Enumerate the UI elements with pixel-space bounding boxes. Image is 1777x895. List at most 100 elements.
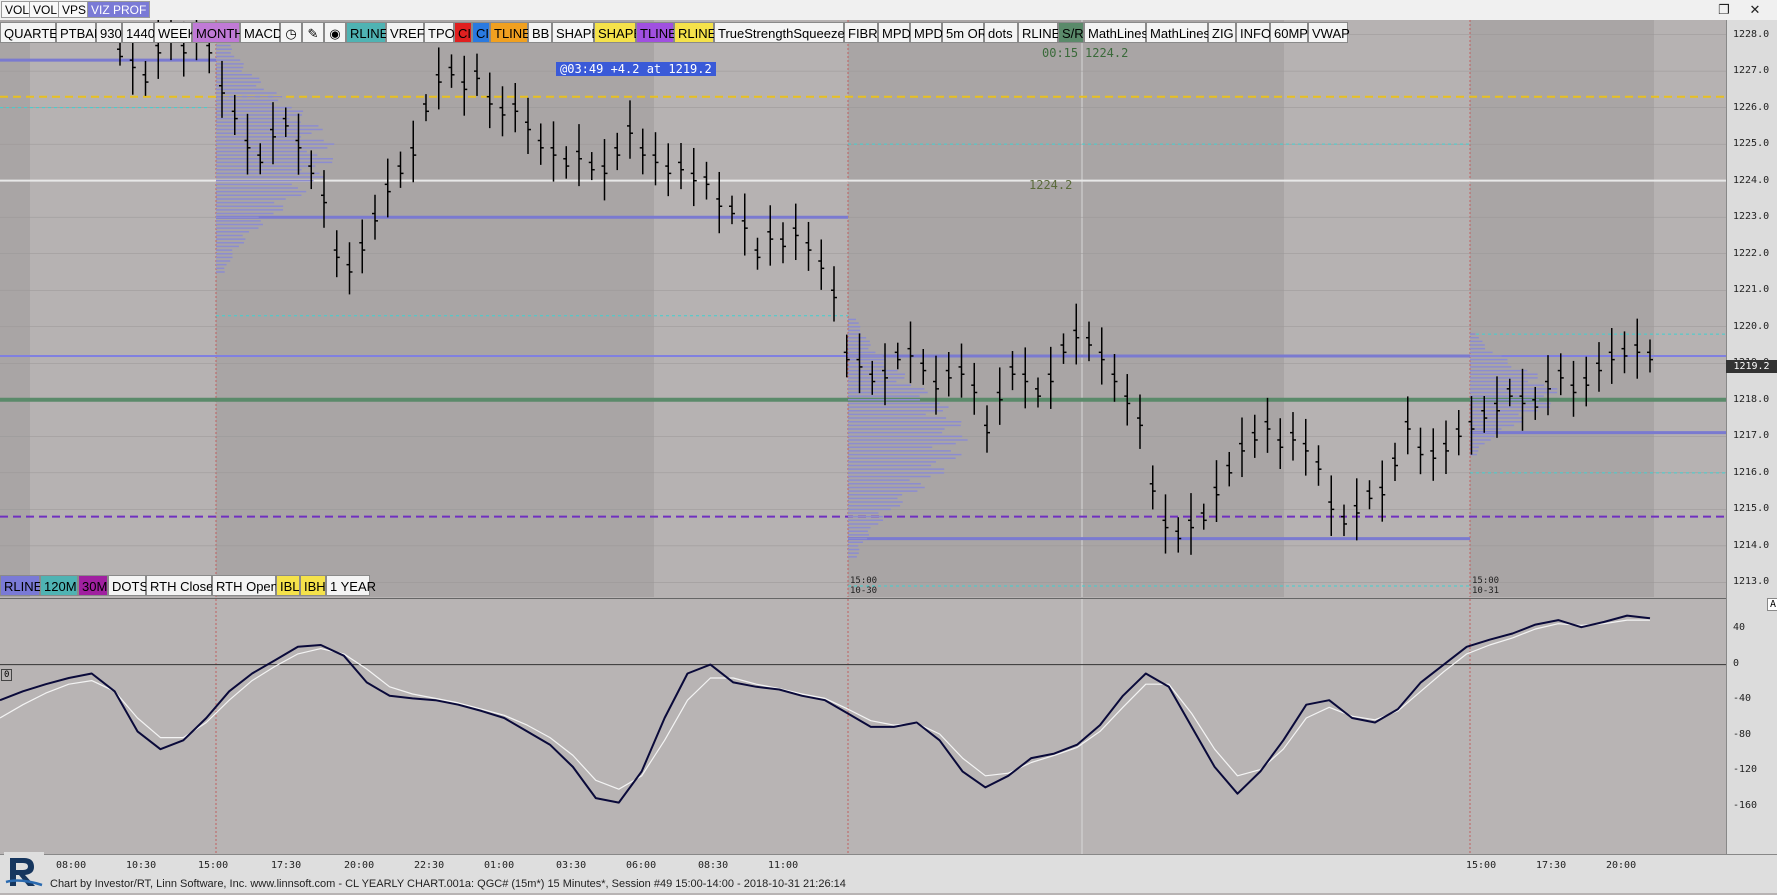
toolbar2-ibl-button[interactable]: IBL	[276, 575, 300, 596]
toolbar-truestrengthsqueeze-button[interactable]: TrueStrengthSqueeze	[714, 22, 845, 43]
time-tick-label: 08:00	[56, 860, 87, 871]
time-tick-label: 22:30	[414, 860, 445, 871]
toolbar-mpd-button[interactable]: MPD	[910, 22, 943, 43]
session-label-time-1: 15:00	[850, 576, 878, 586]
price-tick-label: 1213.0	[1733, 576, 1770, 588]
toolbar2-30m-button[interactable]: 30M	[78, 575, 108, 596]
toolbar-dots-button[interactable]: dots	[984, 22, 1018, 43]
price-tick-label: 1215.0	[1733, 503, 1770, 515]
pencil-icon[interactable]: ✎	[302, 22, 324, 43]
osc-scale-marker[interactable]: A	[1767, 598, 1777, 611]
toolbar-ci-button[interactable]: CI	[472, 22, 490, 43]
toolbar-mathlines-button[interactable]: MathLines	[1084, 22, 1148, 43]
crosshair-time-readout: 00:15	[1042, 46, 1079, 60]
time-tick-label: 01:00	[484, 860, 515, 871]
toolbar2-rth-open-button[interactable]: RTH Open	[212, 575, 278, 596]
price-tick-label: 1226.0	[1733, 101, 1770, 113]
time-axis[interactable]: 08:00 10:30 15:00 17:30 20:00 22:30 01:00 03:30…	[0, 854, 1777, 877]
toolbar-vref-button[interactable]: VREF	[386, 22, 425, 43]
price-tick-label: 1222.0	[1733, 247, 1770, 259]
session-shade	[216, 20, 654, 597]
session-label-time-2: 15:00	[1472, 576, 1500, 586]
toolbar-shape-button[interactable]: SHAPE	[594, 22, 642, 43]
restore-icon[interactable]: ❐	[1714, 1, 1734, 18]
toolbar2-1-year-button[interactable]: 1 YEAR	[326, 575, 376, 596]
toolbar-rline-button[interactable]: RLINE	[674, 22, 716, 43]
toolbar-1440-button[interactable]: 1440	[122, 22, 155, 43]
toolbar2-120m-button[interactable]: 120M	[40, 575, 78, 596]
time-tick-label: 20:00	[1606, 860, 1637, 871]
price-tick-label: 1227.0	[1733, 65, 1770, 77]
session-shade	[0, 20, 30, 597]
toolbar-5m-or-button[interactable]: 5m OR	[942, 22, 987, 43]
osc-tick-label: 40	[1733, 622, 1746, 633]
toolbar-mathlines-button[interactable]: MathLines	[1146, 22, 1210, 43]
time-tick-label: 06:00	[626, 860, 657, 871]
osc-tick-label: 0	[1733, 657, 1740, 669]
session-shade	[848, 20, 1284, 597]
toolbar-mpd-button[interactable]: MPD	[878, 22, 911, 43]
status-footer: Chart by Investor/RT, Linn Software, Inc…	[0, 876, 1777, 893]
time-tick-label: 15:00	[198, 860, 229, 871]
price-chart[interactable]	[0, 20, 1726, 597]
toolbar-zig-button[interactable]: ZIG	[1208, 22, 1236, 43]
toolbar-s-r-button[interactable]: S/R	[1058, 22, 1084, 43]
price-tick-label: 1223.0	[1733, 211, 1770, 223]
toolbar-930-button[interactable]: 930	[96, 22, 122, 43]
tab-vol-2[interactable]: VOL	[29, 1, 62, 18]
last-price-tag: 1219.2	[1726, 360, 1777, 373]
price-tick-label: 1217.0	[1733, 430, 1770, 442]
time-tick-label: 17:30	[271, 860, 302, 871]
osc-main-line	[0, 614, 1651, 804]
toolbar-tline-button[interactable]: TLINE	[490, 22, 531, 43]
toolbar-macd-button[interactable]: MACD	[240, 22, 282, 43]
price-tick-label: 1228.0	[1733, 28, 1770, 40]
osc-tick-label: -40	[1733, 693, 1752, 705]
toolbar2-dots-button[interactable]: DOTS	[108, 575, 148, 596]
toolbar-shape-button[interactable]: SHAPE	[552, 22, 600, 43]
osc-zero-marker: 0	[1, 669, 13, 681]
toolbar-rline-button[interactable]: RLINE	[1018, 22, 1060, 43]
drop-icon[interactable]: ◉	[324, 22, 346, 43]
time-tick-label: 03:30	[556, 860, 587, 871]
toolbar-week-button[interactable]: WEEK	[154, 22, 196, 43]
price-tick-label: 1216.0	[1733, 466, 1770, 478]
time-tick-label: 17:30	[1536, 860, 1567, 871]
toolbar2-rline-button[interactable]: RLINE	[0, 575, 42, 596]
toolbar-quarter-button[interactable]: QUARTER	[0, 22, 67, 43]
toolbar-tline-button[interactable]: TLINE	[636, 22, 677, 43]
osc-tick-label: -160	[1733, 800, 1758, 811]
toolbar-tpo-button[interactable]: TPO	[424, 22, 455, 43]
oscillator-pane[interactable]: 0	[0, 598, 1726, 855]
toolbar-rline-button[interactable]: RLINE	[346, 22, 388, 43]
toolbar-fibr-button[interactable]: FIBR	[844, 22, 878, 43]
osc-tick-label: -80	[1733, 728, 1752, 740]
toolbar2-rth-close-button[interactable]: RTH Close	[146, 575, 213, 596]
toolbar-ci-button[interactable]: CI	[454, 22, 472, 43]
toolbar2-ibh-button[interactable]: IBH	[300, 575, 326, 596]
bar-tooltip: @03:49 +4.2 at 1219.2	[556, 62, 716, 76]
close-icon[interactable]: ✕	[1745, 1, 1765, 18]
price-axis[interactable]: A 1228.0 1227.0 1226.0 1225.0 1224.0 1223.0 12…	[1726, 20, 1777, 854]
toolbar-ptbar-button[interactable]: PTBAR	[56, 22, 103, 43]
price-tick-label: 1218.0	[1733, 393, 1770, 405]
price-tick-label: 1225.0	[1733, 138, 1770, 150]
session-shade	[1470, 20, 1654, 597]
price-tick-label: 1221.0	[1733, 284, 1770, 296]
toolbar-bb-button[interactable]: BB	[528, 22, 552, 43]
price-tick-label: 1224.0	[1733, 174, 1770, 186]
toolbar-info-button[interactable]: INFO	[1236, 22, 1271, 43]
clock-icon[interactable]: ◷	[280, 22, 302, 43]
osc-tick-label: -120	[1733, 764, 1758, 776]
investor-rt-logo	[4, 852, 44, 890]
toolbar-60mp-button[interactable]: 60MP	[1270, 22, 1308, 43]
toolbar-month-button[interactable]: MONTH	[192, 22, 244, 43]
toolbar-vwap-button[interactable]: VWAP	[1308, 22, 1350, 43]
tab-vps[interactable]: VPS	[58, 1, 91, 18]
footer-text: Chart by Investor/RT, Linn Software, Inc…	[50, 878, 846, 890]
tab-viz-prof[interactable]: VIZ PROF	[87, 1, 151, 18]
time-tick-label: 08:30	[698, 860, 729, 871]
price-chart-canvas	[0, 20, 1726, 597]
time-tick-label: 15:00	[1466, 860, 1497, 871]
session-label-date-1: 10-30	[850, 586, 878, 596]
